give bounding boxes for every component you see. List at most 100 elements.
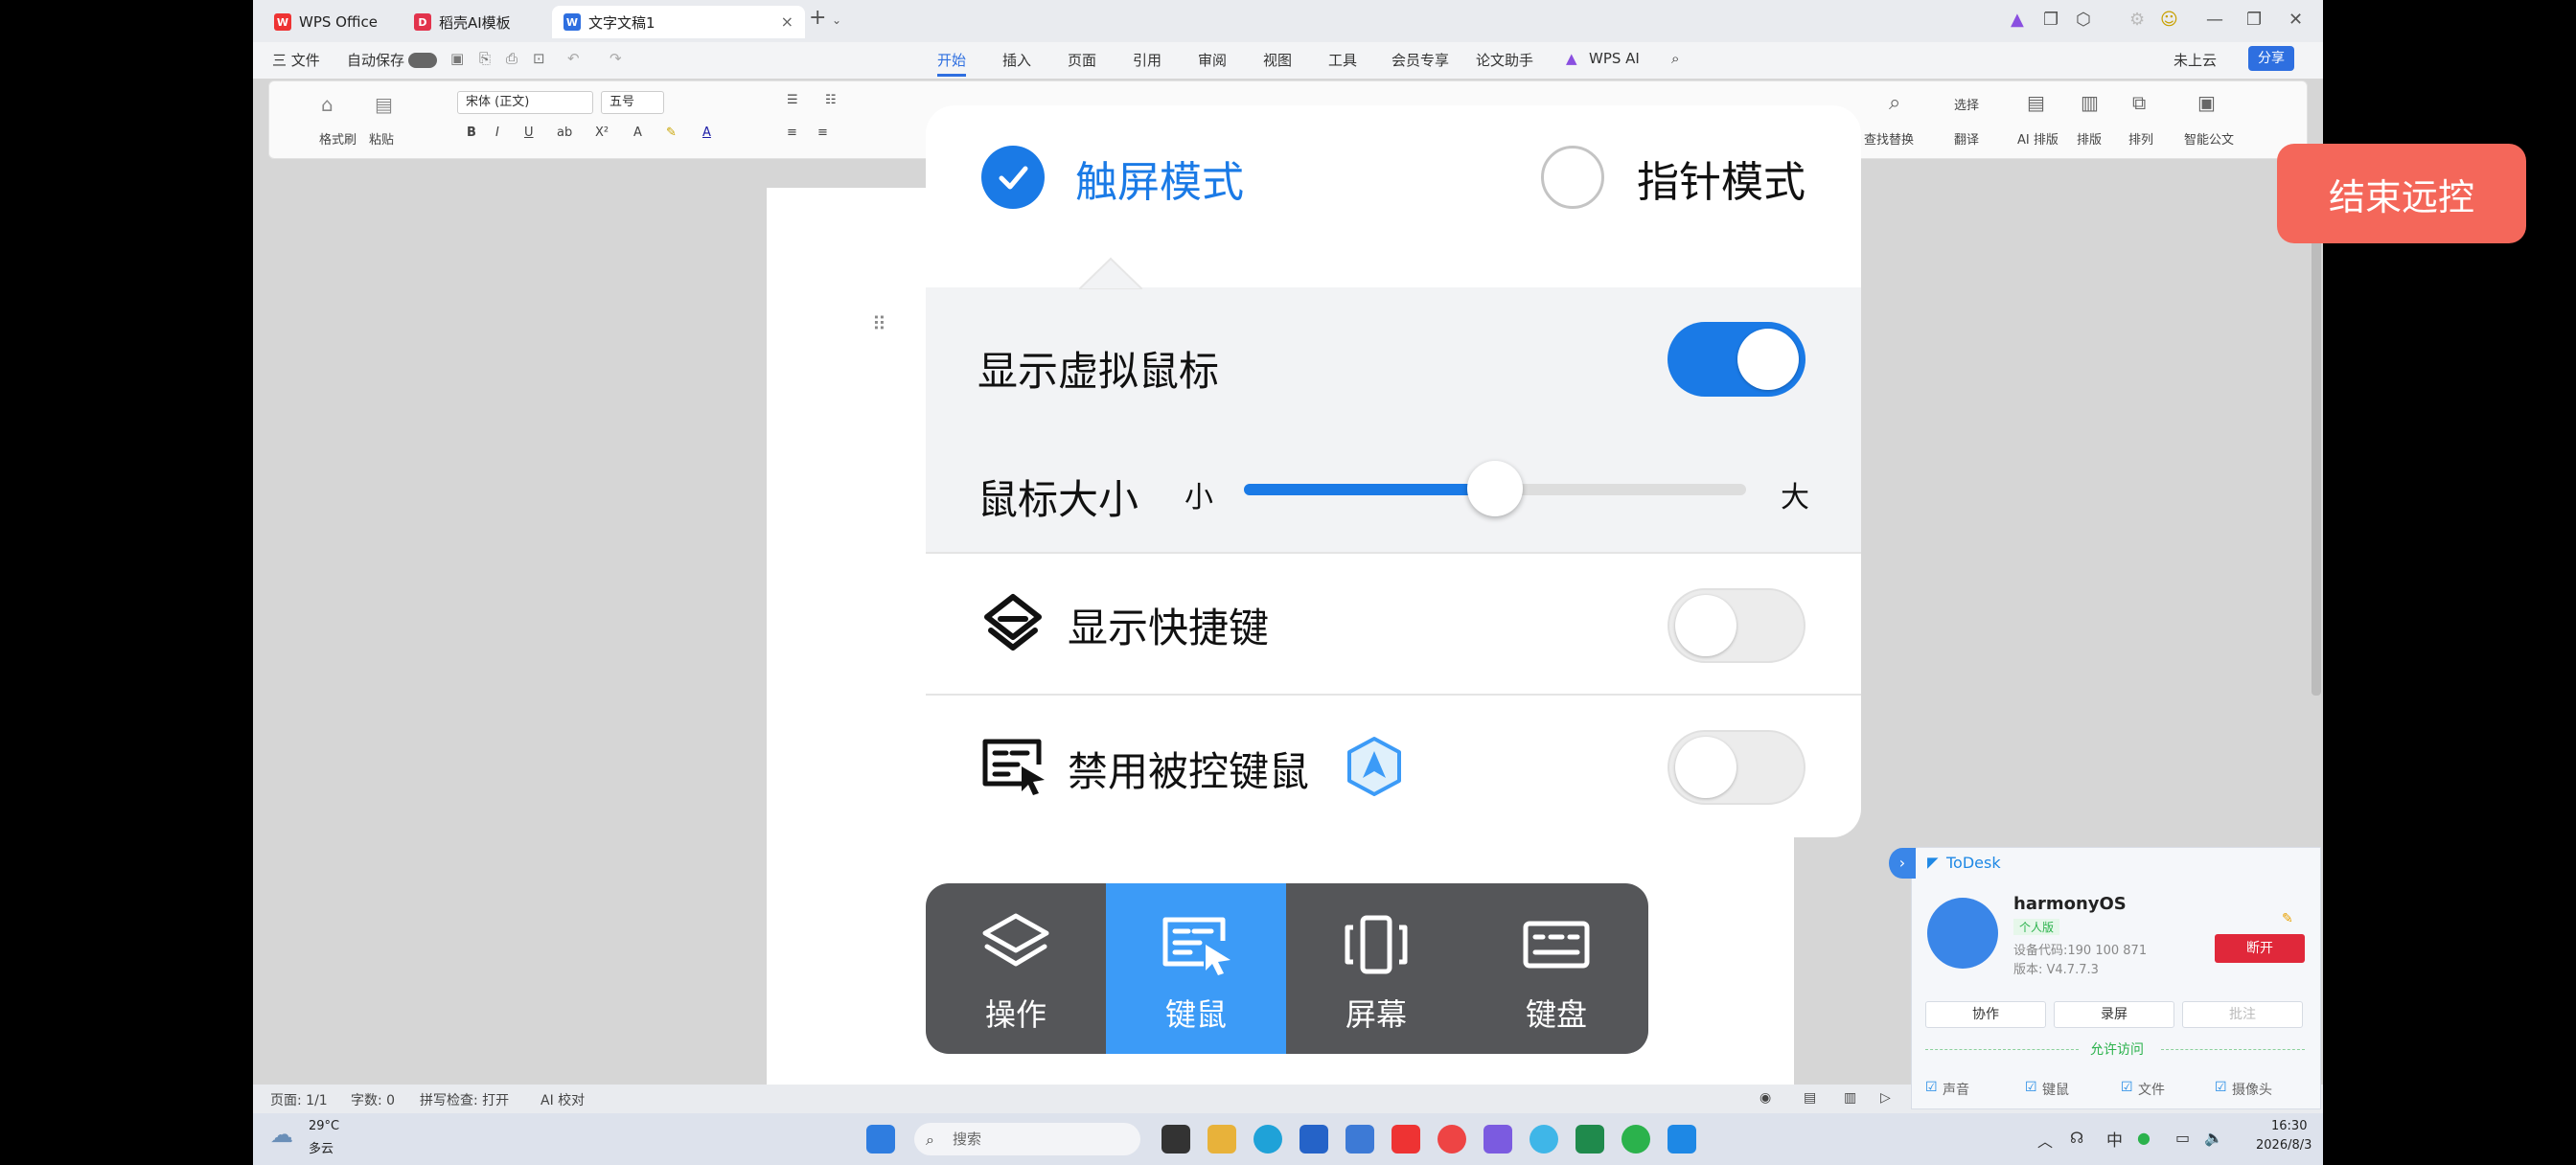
text-effect-icon[interactable]: A — [633, 126, 642, 140]
tab-list-chevron-icon[interactable]: ⌄ — [832, 13, 841, 27]
touch-mode-radio[interactable] — [981, 146, 1045, 209]
translate-button[interactable]: 翻译 — [1954, 129, 1979, 148]
spellcheck-status[interactable]: 拼写检查: 打开 — [420, 1090, 509, 1109]
redo-icon[interactable]: ↷ — [610, 50, 622, 67]
tab-document-1[interactable]: W 文字文稿1 × — [552, 6, 805, 38]
tool-operation[interactable]: 操作 — [926, 883, 1106, 1054]
font-size-select[interactable]: 五号 — [601, 91, 664, 114]
preview-icon[interactable]: ⊡ — [533, 50, 545, 67]
outlook-icon[interactable] — [1346, 1125, 1374, 1154]
arrange-button[interactable]: 排列 — [2128, 129, 2153, 148]
close-window-icon[interactable]: ✕ — [2288, 10, 2303, 30]
pointer-mode-radio[interactable] — [1541, 146, 1604, 209]
refresh-app-icon[interactable] — [1530, 1125, 1558, 1154]
bullets-icon[interactable]: ☰ — [787, 93, 798, 107]
strikethrough-icon[interactable]: ab — [557, 126, 572, 140]
display-icon[interactable]: ▭ — [2175, 1129, 2190, 1147]
tool-keyboard[interactable]: 键盘 — [1466, 883, 1646, 1054]
collaborate-button[interactable]: 协作 — [1925, 1001, 2046, 1028]
minimize-icon[interactable]: — — [2206, 10, 2223, 30]
perm-sound-checkbox[interactable]: ☑ — [1925, 1080, 1938, 1095]
drag-handle-icon[interactable]: ⠿ — [872, 312, 886, 335]
show-virtual-mouse-toggle[interactable] — [1668, 322, 1806, 397]
print-icon[interactable]: ⎙ — [506, 50, 518, 67]
task-view-icon[interactable] — [1162, 1125, 1190, 1154]
annotate-button[interactable]: 批注 — [2182, 1001, 2303, 1028]
edge-icon[interactable] — [1254, 1125, 1282, 1154]
tool-screen[interactable]: 屏幕 — [1286, 883, 1466, 1054]
page-view-icon[interactable]: ▤ — [1804, 1090, 1816, 1106]
search-icon[interactable]: ⌕ — [1671, 50, 1679, 67]
paste-button[interactable]: 粘贴 — [369, 129, 394, 148]
taskbar-search[interactable]: 搜索 — [914, 1123, 1140, 1155]
bold-icon[interactable]: B — [467, 126, 476, 140]
smart-doc-button[interactable]: 智能公文 — [2184, 129, 2234, 148]
format-painter-button[interactable]: 格式刷 — [319, 129, 356, 148]
edit-pencil-icon[interactable]: ✎ — [2282, 911, 2293, 926]
undo-icon[interactable]: ↶ — [567, 50, 580, 67]
menu-wps-ai[interactable]: WPS AI — [1589, 50, 1640, 67]
windows-start-icon[interactable] — [866, 1125, 895, 1154]
wechat-tray-icon[interactable]: ● — [2137, 1129, 2150, 1147]
show-shortcuts-toggle[interactable] — [1668, 588, 1806, 663]
premium-badge-icon[interactable] — [1346, 736, 1403, 797]
ai-proofread[interactable]: AI 校对 — [540, 1090, 585, 1109]
weather-cloud-icon[interactable]: ☁ — [270, 1121, 293, 1148]
menu-review[interactable]: 审阅 — [1198, 50, 1227, 70]
menu-page[interactable]: 页面 — [1068, 50, 1096, 70]
layout-button[interactable]: 排版 — [2077, 129, 2102, 148]
chrome-icon[interactable] — [1438, 1125, 1466, 1154]
menu-insert[interactable]: 插入 — [1002, 50, 1031, 70]
wechat-icon[interactable] — [1622, 1125, 1650, 1154]
window-list-icon[interactable]: ❐ — [2043, 10, 2058, 30]
ai-layout-button[interactable]: AI 排版 — [2017, 129, 2058, 148]
todesk-taskbar-icon[interactable] — [1668, 1125, 1696, 1154]
tray-chevron-icon[interactable]: ︿ — [2037, 1129, 2053, 1152]
menu-member[interactable]: 会员专享 — [1392, 50, 1449, 70]
tab-wps-office[interactable]: W WPS Office — [263, 6, 397, 38]
superscript-icon[interactable]: X² — [595, 126, 609, 140]
font-color-icon[interactable]: A — [702, 126, 711, 140]
autosave-toggle[interactable] — [408, 53, 437, 68]
highlight-icon[interactable]: ✎ — [666, 126, 677, 140]
menu-thesis[interactable]: 论文助手 — [1476, 50, 1533, 70]
eye-protection-icon[interactable]: ◉ — [1760, 1090, 1771, 1106]
italic-icon[interactable]: I — [495, 126, 499, 140]
cube-icon[interactable]: ⬡ — [2076, 10, 2091, 30]
slider-handle[interactable] — [1467, 461, 1523, 516]
perm-input-checkbox[interactable]: ☑ — [2025, 1080, 2037, 1095]
restore-icon[interactable]: ❐ — [2246, 10, 2262, 30]
file-menu[interactable]: 三 文件 — [272, 50, 320, 70]
collapse-chevron-icon[interactable]: › — [1889, 848, 1916, 879]
wps-taskbar-icon[interactable] — [1392, 1125, 1420, 1154]
select-button[interactable]: 选择 — [1954, 95, 1979, 113]
store-icon[interactable] — [1300, 1125, 1328, 1154]
play-icon[interactable]: ▷ — [1880, 1090, 1891, 1106]
export-icon[interactable]: ⎘ — [479, 50, 491, 67]
align-left-icon[interactable]: ≡ — [787, 126, 797, 140]
perm-camera-checkbox[interactable]: ☑ — [2215, 1080, 2227, 1095]
settings-icon[interactable]: ⚙ — [2129, 10, 2145, 30]
ime-indicator[interactable]: 中 — [2106, 1127, 2123, 1151]
pointer-mode-label[interactable]: 指针模式 — [1637, 148, 1806, 209]
record-button[interactable]: 录屏 — [2054, 1001, 2174, 1028]
disable-controlled-input-toggle[interactable] — [1668, 730, 1806, 805]
tool-keyboard-mouse[interactable]: 键鼠 — [1106, 883, 1286, 1054]
save-icon[interactable]: ▣ — [450, 50, 464, 67]
file-explorer-icon[interactable] — [1208, 1125, 1236, 1154]
ai-app-icon[interactable] — [1484, 1125, 1512, 1154]
menu-references[interactable]: 引用 — [1133, 50, 1162, 70]
numbering-icon[interactable]: ☷ — [825, 93, 837, 107]
menu-home[interactable]: 开始 — [937, 50, 967, 77]
avatar-icon[interactable]: ☺ — [2160, 10, 2178, 30]
network-icon[interactable]: ☊ — [2070, 1129, 2083, 1147]
perm-file-checkbox[interactable]: ☑ — [2121, 1080, 2133, 1095]
font-family-select[interactable]: 宋体 (正文) — [457, 91, 593, 114]
wps-ai-logo-icon[interactable]: ▲ — [2011, 10, 2024, 30]
new-tab-plus-icon[interactable]: + — [809, 6, 826, 30]
close-tab-icon[interactable]: × — [781, 12, 794, 31]
web-view-icon[interactable]: ▥ — [1844, 1090, 1856, 1106]
share-button[interactable]: 分享 — [2248, 46, 2294, 71]
disconnect-button[interactable]: 断开 — [2215, 934, 2305, 963]
tab-docer-ai-templates[interactable]: D 稻壳AI模板 — [402, 6, 546, 38]
